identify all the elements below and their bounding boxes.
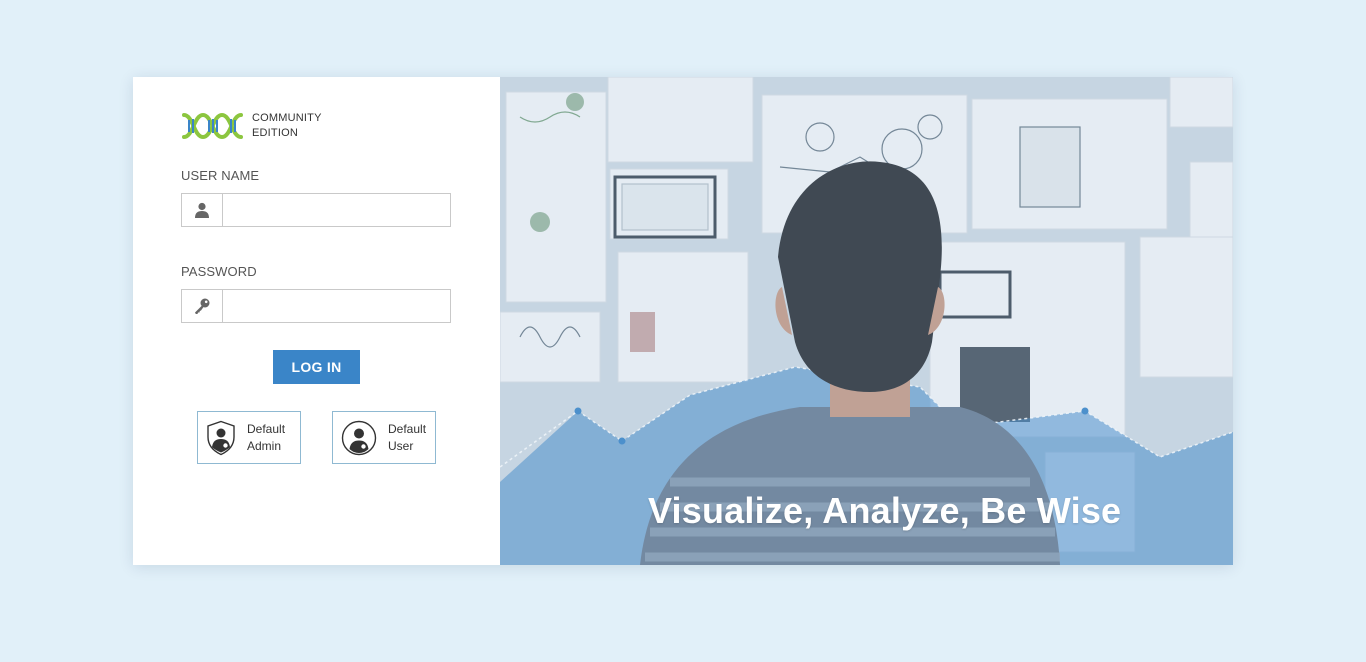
logo: COMMUNITY EDITION [181, 111, 322, 141]
dna-logo-icon [182, 112, 243, 140]
hero-panel: Visualize, Analyze, Be Wise [500, 77, 1233, 565]
default-admin-label: Default Admin [247, 421, 285, 455]
default-user-label: Default User [388, 421, 426, 455]
login-panel: COMMUNITY EDITION USER NAME PASSWORD LOG… [133, 77, 500, 565]
password-field [181, 289, 451, 323]
key-icon [182, 290, 223, 322]
default-admin-line-2: Admin [247, 438, 282, 453]
hero-tagline: Visualize, Analyze, Be Wise [648, 490, 1122, 531]
default-user-line-2: User [388, 438, 414, 453]
default-user-button[interactable]: Default User [332, 411, 436, 464]
password-input[interactable] [223, 290, 450, 322]
logo-line-1: COMMUNITY [252, 112, 322, 124]
login-button[interactable]: LOG IN [273, 350, 360, 384]
default-user-line-1: Default [388, 421, 427, 436]
default-admin-button[interactable]: Default Admin [197, 411, 301, 464]
admin-shield-icon [207, 420, 235, 455]
user-avatar-icon [341, 420, 377, 455]
password-label: PASSWORD [181, 264, 257, 279]
username-field [181, 193, 451, 227]
logo-text: COMMUNITY EDITION [252, 111, 322, 141]
login-card: COMMUNITY EDITION USER NAME PASSWORD LOG… [133, 77, 1233, 565]
username-label: USER NAME [181, 168, 260, 183]
user-icon [182, 194, 223, 226]
default-admin-line-1: Default [247, 421, 286, 436]
logo-line-2: EDITION [252, 127, 299, 139]
username-input[interactable] [223, 194, 450, 226]
